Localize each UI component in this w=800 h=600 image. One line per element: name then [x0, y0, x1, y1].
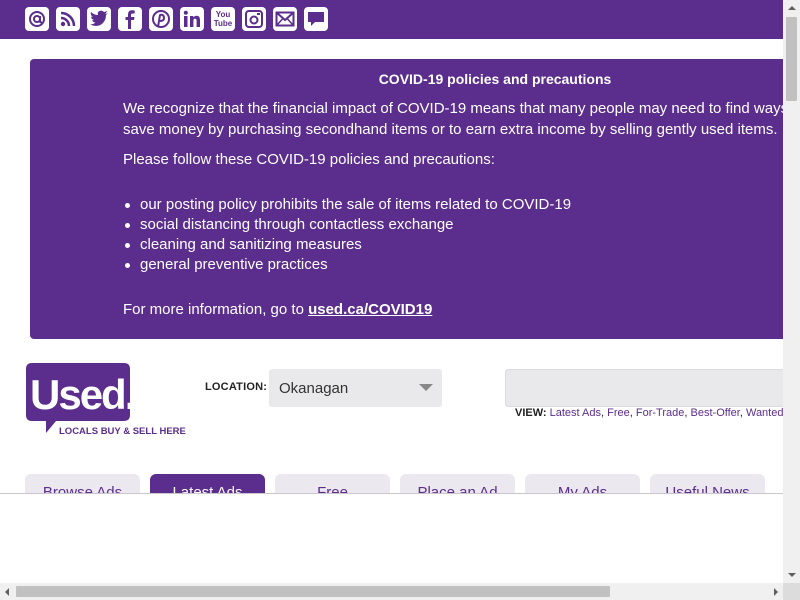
scroll-left-icon[interactable]: [5, 588, 9, 596]
location-select[interactable]: Okanagan: [269, 369, 442, 407]
rss-icon[interactable]: [56, 7, 80, 31]
view-link-latest-ads[interactable]: Latest Ads: [550, 407, 601, 419]
view-links: VIEW: Latest Ads, Free, For-Trade, Best-…: [515, 407, 783, 419]
instagram-icon[interactable]: [242, 7, 266, 31]
list-item: social distancing through contactless ex…: [123, 215, 571, 235]
view-link-free[interactable]: Free: [607, 407, 630, 419]
list-item: cleaning and sanitizing measures: [123, 235, 571, 255]
covid-notice: COVID-19 policies and precautions We rec…: [30, 59, 783, 339]
site-logo[interactable]: Used.ca LOCALS BUY & SELL HERE: [26, 361, 186, 441]
notice-title: COVID-19 policies and precautions: [378, 71, 612, 87]
youtube-icon[interactable]: You Tube: [211, 7, 235, 31]
list-item: our posting policy prohibits the sale of…: [123, 195, 571, 215]
list-item: general preventive practices: [123, 255, 571, 275]
view-link-wanted[interactable]: Wanted: [746, 407, 783, 419]
tab-latest-ads[interactable]: Latest Ads: [150, 474, 265, 494]
notice-instructions: Please follow these COVID-19 policies an…: [123, 151, 495, 168]
scroll-up-icon[interactable]: [788, 6, 796, 10]
logo-brand-text: Used.ca: [30, 371, 180, 418]
chat-icon[interactable]: [304, 7, 328, 31]
tabs-divider: [0, 493, 783, 494]
scroll-down-icon[interactable]: [788, 573, 796, 577]
scrollbar-corner: [783, 583, 800, 600]
tab-useful-news[interactable]: Useful News: [650, 474, 765, 494]
covid-link[interactable]: used.ca/COVID19: [308, 301, 432, 318]
notice-bullet-list: our posting policy prohibits the sale of…: [123, 195, 571, 275]
at-icon[interactable]: [25, 7, 49, 31]
horizontal-scroll-thumb[interactable]: [16, 586, 610, 597]
tab-place-an-ad[interactable]: Place an Ad: [400, 474, 515, 494]
facebook-icon[interactable]: [118, 7, 142, 31]
twitter-icon[interactable]: [87, 7, 111, 31]
youtube-text: You Tube: [213, 10, 233, 28]
tab-my-ads[interactable]: My Ads: [525, 474, 640, 494]
vertical-scrollbar[interactable]: [783, 0, 800, 583]
view-link-for-trade[interactable]: For-Trade: [636, 407, 685, 419]
logo-tagline: LOCALS BUY & SELL HERE: [59, 426, 186, 437]
linkedin-icon[interactable]: [180, 7, 204, 31]
chevron-down-icon: [419, 384, 433, 391]
more-info-prefix: For more information, go to: [123, 301, 309, 318]
logo-graphic: Used.ca LOCALS BUY & SELL HERE: [26, 363, 186, 437]
notice-paragraph-line-2: save money by purchasing secondhand item…: [123, 121, 778, 138]
scroll-right-icon[interactable]: [774, 588, 778, 596]
horizontal-scrollbar[interactable]: [0, 583, 783, 600]
social-bar: You Tube: [0, 0, 783, 39]
vertical-scroll-thumb[interactable]: [786, 17, 797, 101]
tab-free[interactable]: Free: [275, 474, 390, 494]
tab-browse-ads[interactable]: Browse Ads: [25, 474, 140, 494]
location-label: LOCATION:: [205, 381, 268, 393]
view-link-best-offer[interactable]: Best-Offer: [691, 407, 740, 419]
view-label: VIEW:: [515, 407, 547, 419]
page-viewport: You Tube COVID-19 policies and precautio…: [0, 0, 783, 583]
notice-more-info: For more information, go to used.ca/COVI…: [123, 300, 432, 320]
notice-paragraph-line-1: We recognize that the financial impact o…: [123, 100, 783, 117]
pinterest-icon[interactable]: [149, 7, 173, 31]
location-value: Okanagan: [279, 380, 349, 397]
email-icon[interactable]: [273, 7, 297, 31]
search-input[interactable]: [505, 369, 783, 407]
main-nav-tabs: Browse Ads Latest Ads Free Place an Ad M…: [0, 474, 783, 494]
